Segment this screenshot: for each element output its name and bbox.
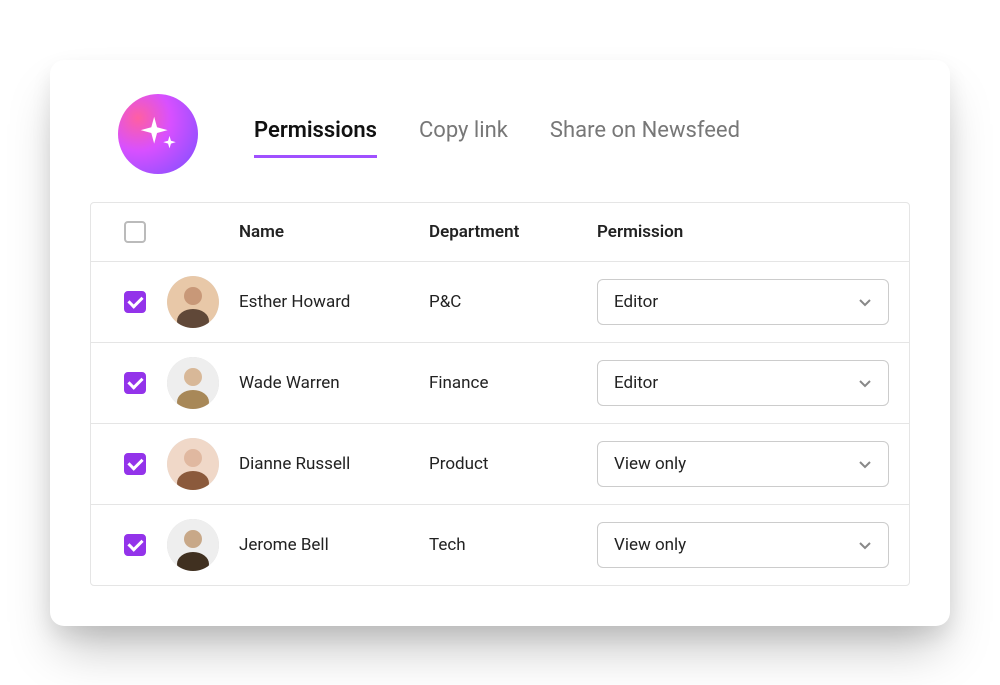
avatar bbox=[167, 519, 219, 571]
avatar bbox=[167, 276, 219, 328]
tab-share-newsfeed[interactable]: Share on Newsfeed bbox=[550, 118, 740, 158]
avatar bbox=[167, 357, 219, 409]
user-name: Esther Howard bbox=[239, 292, 429, 312]
select-all-checkbox[interactable] bbox=[124, 221, 146, 243]
dialog-header: Permissions Copy link Share on Newsfeed bbox=[118, 94, 910, 174]
permission-value: Editor bbox=[614, 373, 658, 393]
permission-value: Editor bbox=[614, 292, 658, 312]
permission-select[interactable]: View only bbox=[597, 522, 889, 568]
table-row: Wade Warren Finance Editor bbox=[91, 343, 909, 424]
row-checkbox[interactable] bbox=[124, 453, 146, 475]
user-department: Product bbox=[429, 454, 597, 474]
user-department: Finance bbox=[429, 373, 597, 393]
col-department: Department bbox=[429, 222, 597, 242]
user-name: Jerome Bell bbox=[239, 535, 429, 555]
chevron-down-icon bbox=[858, 376, 872, 390]
user-name: Dianne Russell bbox=[239, 454, 429, 474]
row-checkbox[interactable] bbox=[124, 291, 146, 313]
chevron-down-icon bbox=[858, 295, 872, 309]
tab-bar: Permissions Copy link Share on Newsfeed bbox=[254, 110, 740, 158]
row-checkbox[interactable] bbox=[124, 534, 146, 556]
tab-copy-link[interactable]: Copy link bbox=[419, 118, 508, 158]
permission-value: View only bbox=[614, 535, 686, 555]
permission-select[interactable]: View only bbox=[597, 441, 889, 487]
chevron-down-icon bbox=[858, 457, 872, 471]
user-name: Wade Warren bbox=[239, 373, 429, 393]
chevron-down-icon bbox=[858, 538, 872, 552]
col-name: Name bbox=[239, 222, 429, 242]
tab-permissions[interactable]: Permissions bbox=[254, 118, 377, 158]
avatar bbox=[167, 438, 219, 490]
table-row: Esther Howard P&C Editor bbox=[91, 262, 909, 343]
row-checkbox[interactable] bbox=[124, 372, 146, 394]
app-logo bbox=[118, 94, 198, 174]
share-dialog: Permissions Copy link Share on Newsfeed … bbox=[50, 60, 950, 626]
permission-select[interactable]: Editor bbox=[597, 279, 889, 325]
user-department: P&C bbox=[429, 292, 597, 312]
table-header-row: Name Department Permission bbox=[91, 203, 909, 262]
sparkle-icon bbox=[135, 111, 181, 157]
user-department: Tech bbox=[429, 535, 597, 555]
table-row: Dianne Russell Product View only bbox=[91, 424, 909, 505]
permissions-table: Name Department Permission Esther Howard… bbox=[90, 202, 910, 586]
col-permission: Permission bbox=[597, 222, 889, 242]
permission-select[interactable]: Editor bbox=[597, 360, 889, 406]
permission-value: View only bbox=[614, 454, 686, 474]
table-row: Jerome Bell Tech View only bbox=[91, 505, 909, 585]
